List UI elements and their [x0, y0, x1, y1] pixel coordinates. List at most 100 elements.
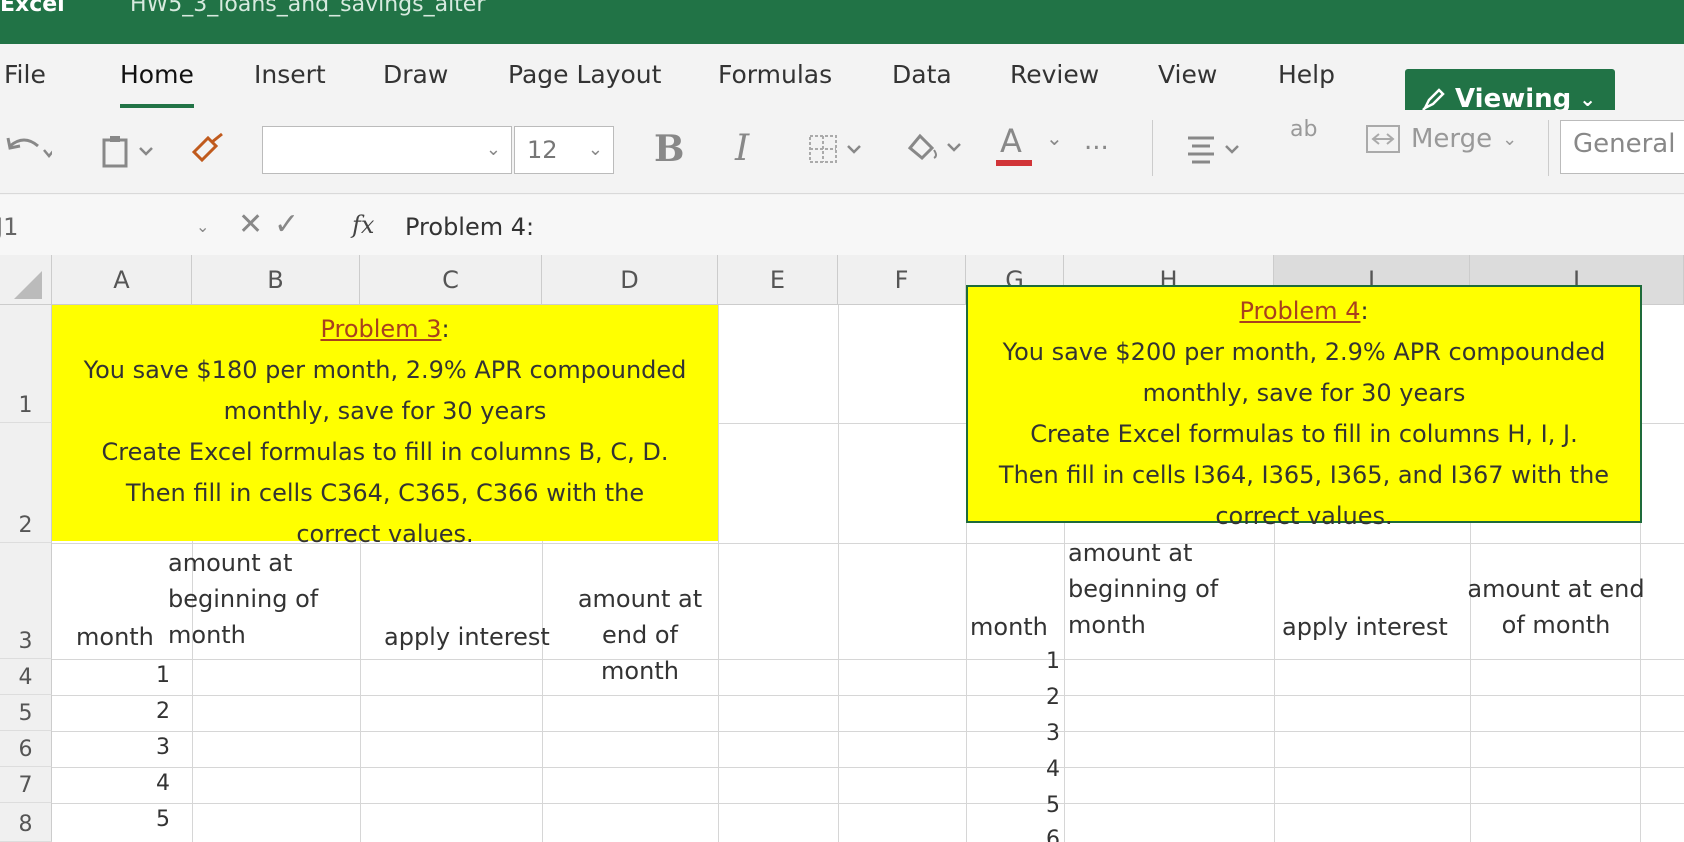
spreadsheet-grid[interactable]: A B C D E F G H I J 1 2 3 4 5 6 7 8 Prob…	[0, 255, 1684, 842]
menu-home[interactable]: Home	[120, 60, 194, 89]
problem4-line: Then fill in cells I364, I365, I365, and…	[998, 461, 1610, 489]
problem3-title-suffix: :	[441, 315, 450, 343]
menu-bar: File Home Insert Draw Page Layout Formul…	[0, 44, 1684, 129]
chevron-down-icon: ⌄	[1502, 128, 1518, 150]
ribbon-toolbar: ⌄ 12 ⌄ B I A ⌄ ... ab Merge ⌄ General	[0, 110, 1684, 194]
column-header-c[interactable]: C	[360, 255, 542, 305]
problem4-line: Create Excel formulas to fill in columns…	[1030, 420, 1578, 448]
problem4-line: You save $200 per month, 2.9% APR compou…	[1002, 338, 1606, 366]
column-header-d[interactable]: D	[542, 255, 718, 305]
font-size-value: 12	[527, 136, 558, 164]
right-month-6[interactable]: 6	[1000, 827, 1060, 842]
font-name-input[interactable]: ⌄	[262, 126, 512, 174]
left-header-apply-interest[interactable]: apply interest	[384, 619, 550, 655]
right-header-amount-beginning[interactable]: amount at beginning of month	[1068, 535, 1268, 643]
right-month-3[interactable]: 3	[1000, 721, 1060, 746]
left-month-5[interactable]: 5	[120, 807, 170, 832]
right-header-apply-interest[interactable]: apply interest	[1282, 609, 1448, 645]
fill-bucket-icon	[907, 133, 961, 161]
problem3-line: Then fill in cells C364, C365, C366 with…	[125, 479, 645, 507]
number-format-value: General	[1573, 129, 1676, 159]
row-header-7[interactable]: 7	[0, 767, 52, 803]
row-header-5[interactable]: 5	[0, 695, 52, 731]
app-name: Excel	[0, 0, 65, 17]
merge-label: Merge	[1411, 124, 1493, 154]
undo-icon	[6, 137, 52, 158]
confirm-icon[interactable]: ✓	[274, 207, 299, 242]
chevron-down-icon: ⌄	[1579, 87, 1597, 111]
problem3-line: Create Excel formulas to fill in columns…	[101, 438, 669, 466]
wrap-text-button[interactable]: ab	[1290, 119, 1317, 141]
left-header-amount-beginning[interactable]: amount at beginning of month	[168, 545, 358, 653]
more-options-button[interactable]: ...	[1084, 126, 1109, 156]
font-color-button[interactable]: A	[1000, 122, 1022, 160]
format-painter-button[interactable]	[190, 132, 226, 166]
borders-button[interactable]	[808, 132, 872, 166]
column-header-b[interactable]: B	[192, 255, 360, 305]
row-header-2[interactable]: 2	[0, 423, 52, 543]
undo-button[interactable]	[4, 132, 52, 166]
problem3-line: You save $180 per month, 2.9% APR compou…	[83, 356, 687, 384]
paste-button[interactable]	[100, 134, 162, 168]
align-center-icon	[1188, 136, 1239, 164]
clipboard-icon	[102, 136, 153, 168]
menu-formulas[interactable]: Formulas	[718, 60, 832, 89]
chevron-down-icon[interactable]: ⌄	[196, 217, 209, 236]
menu-file[interactable]: File	[4, 60, 46, 89]
row-header-8[interactable]: 8	[0, 803, 52, 842]
title-bar: Excel HW5_3_loans_and_savings_alter	[0, 0, 1684, 44]
right-header-month[interactable]: month	[970, 609, 1048, 645]
problem3-title: Problem 3	[320, 315, 442, 343]
select-all-corner[interactable]	[0, 255, 52, 305]
merge-cells-icon	[1366, 125, 1400, 153]
problem4-title-suffix: :	[1360, 297, 1369, 325]
toolbar-divider	[1152, 120, 1153, 176]
problem4-cell[interactable]: Problem 4: You save $200 per month, 2.9%…	[966, 285, 1642, 530]
left-month-2[interactable]: 2	[120, 699, 170, 724]
menu-data[interactable]: Data	[892, 60, 952, 89]
row-header-1[interactable]: 1	[0, 305, 52, 423]
document-name[interactable]: HW5_3_loans_and_savings_alter	[130, 0, 485, 17]
font-size-input[interactable]: 12 ⌄	[514, 126, 614, 174]
menu-review[interactable]: Review	[1010, 60, 1099, 89]
right-month-2[interactable]: 2	[1000, 685, 1060, 710]
toolbar-divider	[1548, 120, 1549, 176]
align-button[interactable]	[1184, 132, 1248, 166]
right-month-5[interactable]: 5	[1000, 793, 1060, 818]
right-month-4[interactable]: 4	[1000, 757, 1060, 782]
column-header-e[interactable]: E	[718, 255, 838, 305]
menu-insert[interactable]: Insert	[254, 60, 326, 89]
menu-view[interactable]: View	[1158, 60, 1217, 89]
menu-page-layout[interactable]: Page Layout	[508, 60, 661, 89]
column-header-a[interactable]: A	[52, 255, 192, 305]
menu-draw[interactable]: Draw	[383, 60, 448, 89]
formula-input[interactable]: Problem 4:	[405, 213, 534, 241]
problem3-cell[interactable]: Problem 3: You save $180 per month, 2.9%…	[52, 305, 718, 548]
left-month-3[interactable]: 3	[120, 735, 170, 760]
column-header-f[interactable]: F	[838, 255, 966, 305]
row-header-6[interactable]: 6	[0, 731, 52, 767]
left-month-4[interactable]: 4	[120, 771, 170, 796]
left-header-month[interactable]: month	[76, 619, 154, 655]
pen-icon	[1422, 88, 1445, 111]
menu-help[interactable]: Help	[1278, 60, 1335, 89]
number-format-select[interactable]: General	[1560, 120, 1684, 174]
left-header-amount-end[interactable]: amount at end of month	[560, 581, 720, 689]
name-box[interactable]: J1	[0, 213, 18, 241]
chevron-down-icon: ⌄	[485, 139, 501, 160]
fx-label: fx	[352, 211, 375, 239]
italic-button[interactable]: I	[735, 128, 749, 169]
chevron-down-icon[interactable]: ⌄	[1046, 126, 1063, 150]
row-header-4[interactable]: 4	[0, 659, 52, 695]
fill-color-button[interactable]	[904, 130, 972, 166]
merge-button[interactable]: Merge ⌄	[1365, 124, 1517, 154]
left-month-1[interactable]: 1	[120, 663, 170, 688]
cancel-icon[interactable]: ✕	[238, 207, 263, 242]
row-header-3[interactable]: 3	[0, 543, 52, 659]
problem4-line: correct values.	[1215, 502, 1393, 530]
bold-button[interactable]: B	[654, 128, 684, 170]
right-month-1[interactable]: 1	[1000, 649, 1060, 674]
formula-bar: J1 ⌄ ✕ ✓ fx Problem 4:	[0, 195, 1684, 255]
right-header-amount-end[interactable]: amount at end of month	[1466, 571, 1646, 643]
format-painter-icon	[191, 132, 223, 163]
